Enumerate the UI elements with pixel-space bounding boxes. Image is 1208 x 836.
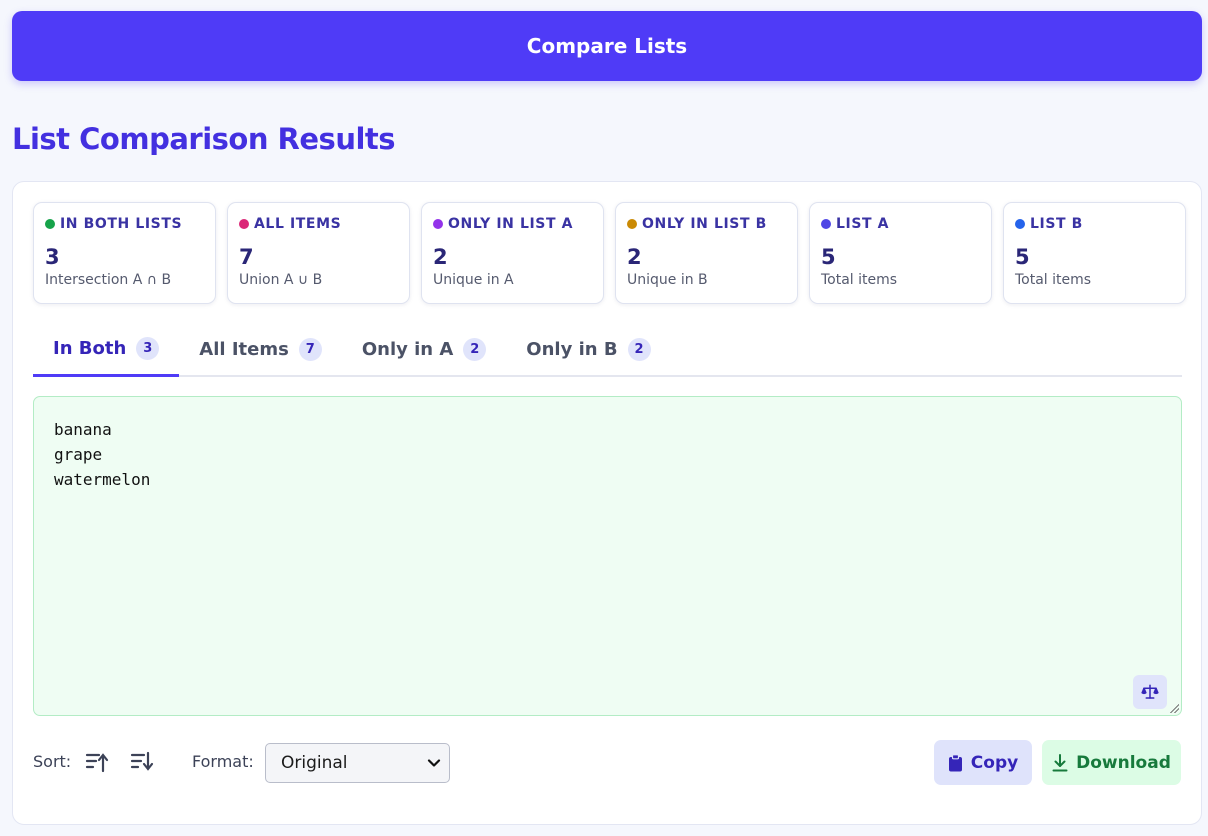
result-item: grape — [54, 445, 103, 464]
stat-label: ALL ITEMS — [254, 215, 342, 232]
stat-label: ONLY IN LIST A — [448, 215, 574, 232]
scale-balance-icon — [1141, 684, 1159, 699]
status-dot — [45, 218, 55, 229]
stat-card-list-b: LIST B 5 Total items — [1003, 202, 1186, 304]
stat-sub: Total items — [1015, 272, 1092, 288]
stat-card-only-a: ONLY IN LIST A 2 Unique in A — [421, 202, 604, 304]
stat-card-list-a: LIST A 5 Total items — [809, 202, 992, 304]
copy-button[interactable]: Copy — [934, 740, 1032, 785]
status-dot — [239, 218, 249, 229]
sort-label: Sort: — [33, 752, 72, 771]
stat-card-in-both: IN BOTH LISTS 3 Intersection A ∩ B — [33, 202, 216, 304]
resize-handle[interactable] — [1169, 703, 1179, 713]
tab-only-in-b[interactable]: Only in B 2 — [506, 322, 670, 377]
result-item: banana — [54, 420, 112, 439]
count-badge: 2 — [463, 338, 487, 361]
format-label: Format: — [192, 752, 254, 771]
sort-ascending-button[interactable] — [82, 747, 112, 777]
count-badge: 2 — [627, 338, 651, 361]
stat-value: 3 — [45, 245, 60, 269]
sort-ascending-icon — [85, 753, 109, 773]
tab-only-in-a[interactable]: Only in A 2 — [342, 322, 506, 377]
stat-label: LIST A — [836, 215, 890, 232]
count-badge: 3 — [136, 336, 160, 360]
scale-balance-button[interactable] — [1133, 675, 1167, 709]
tab-in-both[interactable]: In Both 3 — [33, 322, 180, 377]
tab-all-items[interactable]: All Items 7 — [179, 322, 342, 377]
stat-value: 2 — [433, 245, 448, 269]
copy-label: Copy — [970, 752, 1019, 773]
compare-lists-button[interactable]: Compare Lists — [12, 11, 1202, 81]
count-badge: 7 — [298, 338, 322, 361]
format-selected-value: Original — [281, 753, 348, 773]
sort-descending-icon — [130, 751, 154, 771]
stat-sub: Union A ∪ B — [239, 272, 323, 288]
status-dot — [1015, 218, 1025, 229]
chevron-down-icon — [427, 759, 441, 767]
stat-sub: Unique in A — [433, 272, 514, 288]
stat-label: IN BOTH LISTS — [60, 215, 183, 232]
stat-value: 2 — [627, 245, 642, 269]
results-card: IN BOTH LISTS 3 Intersection A ∩ B ALL I… — [12, 181, 1202, 825]
stat-label: ONLY IN LIST B — [642, 215, 767, 232]
tab-label: Only in A — [361, 339, 454, 360]
clipboard-icon — [948, 753, 962, 771]
tab-label: Only in B — [526, 339, 618, 360]
stat-sub: Total items — [821, 272, 898, 288]
stat-sub: Intersection A ∩ B — [45, 272, 172, 288]
status-dot — [821, 218, 831, 229]
stat-card-all-items: ALL ITEMS 7 Union A ∪ B — [227, 202, 410, 304]
stat-sub: Unique in B — [627, 272, 708, 288]
status-dot — [627, 218, 637, 229]
tab-label: All Items — [199, 339, 289, 360]
download-icon — [1052, 753, 1068, 771]
download-label: Download — [1076, 752, 1171, 773]
page-title: List Comparison Results — [12, 122, 396, 156]
download-button[interactable]: Download — [1042, 740, 1181, 785]
controls-bar: Sort: Format: Original Copy Download — [33, 739, 1182, 785]
tab-label: In Both — [53, 337, 127, 359]
stat-card-only-b: ONLY IN LIST B 2 Unique in B — [615, 202, 798, 304]
stat-value: 5 — [1015, 245, 1030, 269]
stats-row: IN BOTH LISTS 3 Intersection A ∩ B ALL I… — [33, 202, 1186, 304]
stat-label: LIST B — [1030, 215, 1083, 232]
result-tabs: In Both 3 All Items 7 Only in A 2 Only i… — [33, 322, 1182, 377]
stat-value: 5 — [821, 245, 836, 269]
result-item: watermelon — [54, 470, 151, 489]
status-dot — [433, 218, 443, 229]
format-select[interactable]: Original — [265, 743, 450, 783]
stat-value: 7 — [239, 245, 254, 269]
results-textarea[interactable]: banana grape watermelon — [33, 396, 1182, 716]
sort-descending-button[interactable] — [127, 747, 157, 777]
